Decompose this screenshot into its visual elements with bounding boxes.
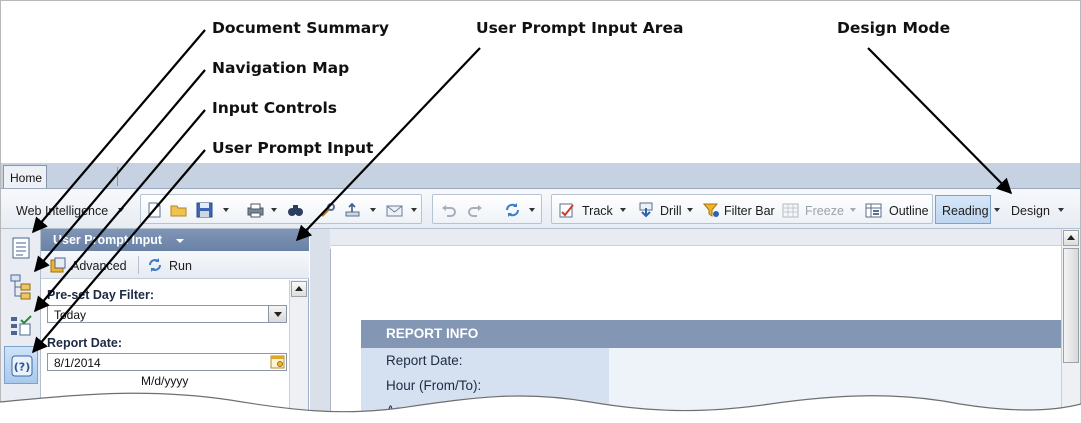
callout-navigation-map: Navigation Map xyxy=(212,59,350,77)
report-row-report-date: Report Date: xyxy=(386,353,463,368)
undo-icon[interactable] xyxy=(440,202,457,218)
freeze-grid-icon[interactable] xyxy=(782,202,799,218)
user-prompt-input-button[interactable]: (?) xyxy=(4,346,38,384)
callout-user-prompt-input-area: User Prompt Input Area xyxy=(476,19,684,37)
report-row-hour: Hour (From/To): xyxy=(386,378,482,393)
run-button[interactable]: Run xyxy=(169,259,192,273)
advanced-button[interactable]: Advanced xyxy=(71,259,127,273)
dropdown-arrow-icon[interactable] xyxy=(268,306,286,322)
track-icon[interactable] xyxy=(558,202,575,218)
panel-body: Pre-set Day Filter: Today Report Date: 8… xyxy=(41,280,289,423)
preset-day-filter-select[interactable]: Today xyxy=(47,305,287,323)
new-document-icon[interactable] xyxy=(146,202,163,218)
email-chevron-icon[interactable] xyxy=(411,208,417,212)
toolbar-divider xyxy=(138,256,139,274)
track-chevron-icon[interactable] xyxy=(620,208,626,212)
callout-input-controls: Input Controls xyxy=(212,99,338,117)
reading-mode-label: Reading xyxy=(942,204,989,218)
filter-bar-button[interactable]: Filter Bar xyxy=(724,204,775,218)
refresh-chevron-icon[interactable] xyxy=(529,208,535,212)
panel-splitter[interactable] xyxy=(310,229,330,423)
report-value-column xyxy=(609,348,1061,423)
drill-chevron-icon[interactable] xyxy=(687,208,693,212)
input-controls-icon xyxy=(11,315,32,336)
tab-home[interactable]: Home xyxy=(3,165,47,188)
panel-header: User Prompt Input xyxy=(41,229,309,251)
export-icon[interactable] xyxy=(344,202,361,218)
freeze-button[interactable]: Freeze xyxy=(805,204,844,218)
drill-icon[interactable] xyxy=(638,202,655,218)
freeze-chevron-icon[interactable] xyxy=(850,208,856,212)
advanced-icon xyxy=(50,257,66,273)
calendar-icon[interactable] xyxy=(270,355,285,369)
track-button[interactable]: Track xyxy=(582,204,613,218)
report-date-input[interactable]: 8/1/2014 xyxy=(47,353,287,371)
panel-toolbar: Advanced Run xyxy=(41,251,309,279)
redo-icon[interactable] xyxy=(467,202,484,218)
navigation-map-button[interactable] xyxy=(4,268,38,306)
date-format-hint: M/d/yyyy xyxy=(141,374,189,388)
left-side-rail: (?) xyxy=(1,229,41,423)
scroll-up-arrow-icon[interactable] xyxy=(291,281,307,297)
callout-design-mode: Design Mode xyxy=(837,19,951,37)
preset-day-filter-value: Today xyxy=(54,308,87,322)
outline-button[interactable]: Outline xyxy=(889,204,929,218)
user-prompt-icon: (?) xyxy=(11,355,33,377)
drill-button[interactable]: Drill xyxy=(660,204,682,218)
find-binoculars-icon[interactable] xyxy=(287,202,304,218)
document-scroll-thumb[interactable] xyxy=(1063,248,1079,363)
outline-icon[interactable] xyxy=(865,202,882,218)
document-summary-button[interactable] xyxy=(4,229,38,267)
report-row-agent-group: Agent Group: xyxy=(386,403,467,418)
document-summary-icon xyxy=(12,237,30,259)
report-date-value: 8/1/2014 xyxy=(54,356,101,370)
panel-title: User Prompt Input xyxy=(53,233,163,247)
tab-strip: Home xyxy=(1,163,1080,189)
filter-icon[interactable] xyxy=(703,202,720,218)
design-mode-button[interactable]: Design xyxy=(1011,204,1050,218)
print-chevron-icon[interactable] xyxy=(271,208,277,212)
document-scroll-up-icon[interactable] xyxy=(1063,230,1079,246)
user-prompt-panel: User Prompt Input Advanced Run Pre-set D… xyxy=(41,229,309,423)
report-info-header: REPORT INFO xyxy=(361,320,1061,348)
chevron-down-icon[interactable] xyxy=(118,208,124,212)
save-chevron-icon[interactable] xyxy=(223,208,229,212)
open-folder-icon[interactable] xyxy=(170,202,187,218)
refresh-icon[interactable] xyxy=(504,202,521,218)
tools-icon[interactable] xyxy=(319,202,336,218)
document-scrollbar[interactable] xyxy=(1061,229,1080,423)
navigation-map-icon xyxy=(10,274,31,300)
reading-chevron-icon[interactable] xyxy=(994,208,1000,212)
preset-day-filter-label: Pre-set Day Filter: xyxy=(47,288,154,302)
save-icon[interactable] xyxy=(196,202,213,218)
run-refresh-icon xyxy=(149,258,161,272)
email-icon[interactable] xyxy=(386,202,403,218)
web-intelligence-menu[interactable]: Web Intelligence xyxy=(16,204,108,218)
export-chevron-icon[interactable] xyxy=(370,208,376,212)
callout-document-summary: Document Summary xyxy=(212,19,389,37)
callout-user-prompt-input: User Prompt Input xyxy=(212,139,374,157)
svg-text:(?): (?) xyxy=(14,361,30,374)
panel-scrollbar[interactable] xyxy=(289,280,308,423)
panel-menu-chevron-icon[interactable] xyxy=(175,238,184,243)
input-controls-button[interactable] xyxy=(4,307,38,345)
report-date-label: Report Date: xyxy=(47,336,123,350)
tab-separator xyxy=(117,167,118,186)
main-toolbar: Web Intelligence Track Drill Filter Bar … xyxy=(1,189,1080,229)
print-icon[interactable] xyxy=(247,202,264,218)
design-chevron-icon[interactable] xyxy=(1058,208,1064,212)
